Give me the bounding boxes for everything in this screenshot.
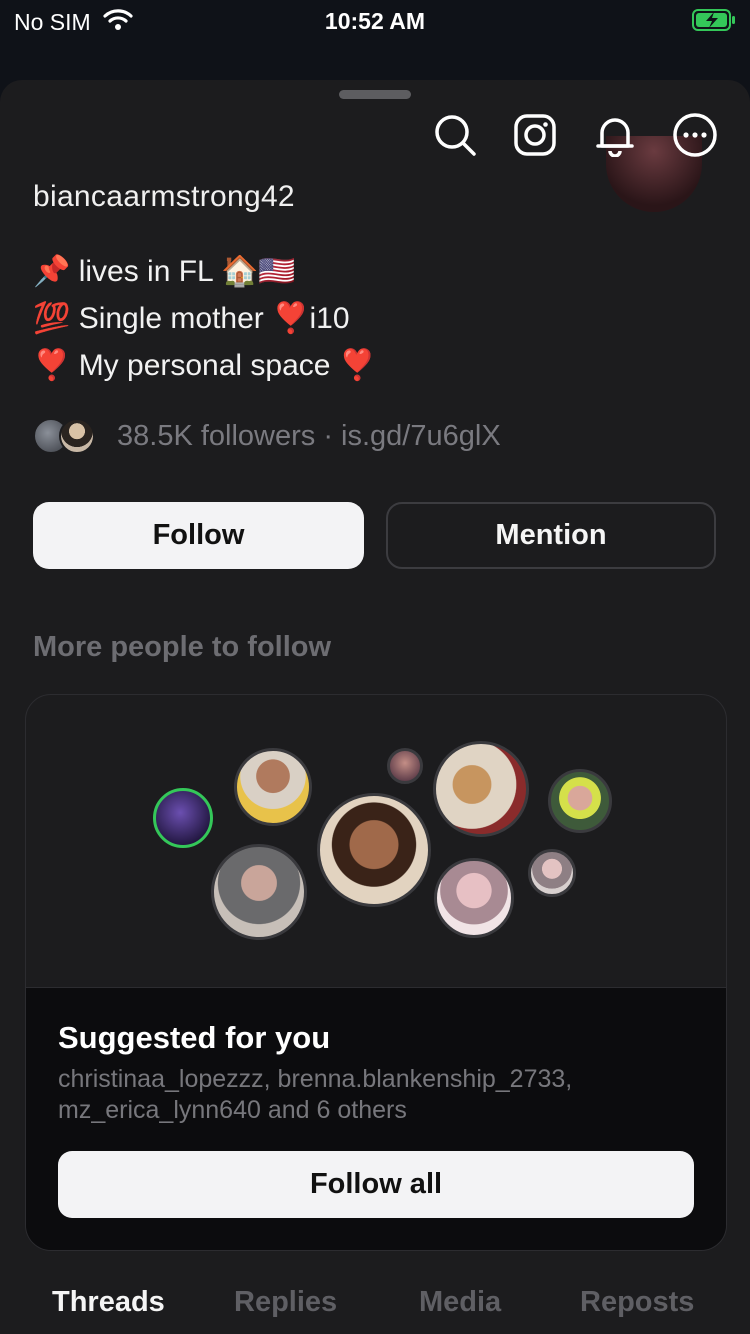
clock: 10:52 AM — [324, 8, 426, 34]
follow-all-button[interactable]: Follow all — [58, 1151, 694, 1218]
bio-line: 📌 lives in FL 🏠🇺🇸 — [33, 255, 296, 288]
tab-media[interactable]: Media — [419, 1286, 501, 1319]
more-icon[interactable] — [672, 112, 718, 158]
status-bar: No SIM 10:52 AM — [0, 0, 750, 42]
suggested-avatar[interactable] — [317, 793, 431, 907]
more-people-heading: More people to follow — [33, 631, 332, 663]
suggested-avatar[interactable] — [528, 849, 576, 897]
top-toolbar — [432, 112, 718, 158]
mention-button[interactable]: Mention — [386, 502, 716, 569]
suggested-avatar[interactable] — [548, 769, 612, 833]
sheet-grabber[interactable] — [339, 90, 411, 99]
suggested-avatar[interactable] — [387, 748, 423, 784]
suggested-title: Suggested for you — [58, 1020, 331, 1055]
suggested-avatar[interactable] — [433, 741, 529, 837]
bell-icon[interactable] — [592, 112, 638, 158]
tab-replies[interactable]: Replies — [234, 1286, 337, 1319]
profile-bio: 📌 lives in FL 🏠🇺🇸 💯 Single mother ❣️i10 … — [33, 248, 376, 389]
tab-reposts[interactable]: Reposts — [580, 1286, 694, 1319]
search-icon[interactable] — [432, 112, 478, 158]
suggested-avatar[interactable] — [234, 748, 312, 826]
tab-threads[interactable]: Threads — [52, 1286, 165, 1319]
suggested-names: christinaa_lopezzz, brenna.blankenship_2… — [58, 1065, 573, 1124]
profile-username: biancaarmstrong42 — [33, 180, 295, 213]
follow-button[interactable]: Follow — [33, 502, 364, 569]
follower-avatar — [59, 418, 95, 454]
profile-sheet: biancaarmstrong42 📌 lives in FL 🏠🇺🇸 💯 Si… — [0, 80, 750, 1334]
followers-row[interactable]: 38.5K followers · is.gd/7u6glX — [33, 418, 501, 454]
battery-charging-icon — [692, 9, 736, 31]
profile-tabs: Threads Replies Media Reposts — [0, 1286, 750, 1334]
bio-line: 💯 Single mother ❣️i10 — [33, 302, 350, 335]
suggested-avatar[interactable] — [434, 858, 514, 938]
bio-line: ❣️ My personal space ❣️ — [33, 349, 377, 382]
suggested-card: Suggested for you christinaa_lopezzz, br… — [25, 694, 727, 1251]
suggested-avatar[interactable] — [153, 788, 213, 848]
followers-count-link[interactable]: 38.5K followers · is.gd/7u6glX — [117, 420, 501, 453]
suggested-avatar[interactable] — [211, 844, 307, 940]
suggested-footer: Suggested for you christinaa_lopezzz, br… — [26, 987, 726, 1250]
instagram-icon[interactable] — [512, 112, 558, 158]
suggested-avatars-cluster — [26, 695, 726, 987]
